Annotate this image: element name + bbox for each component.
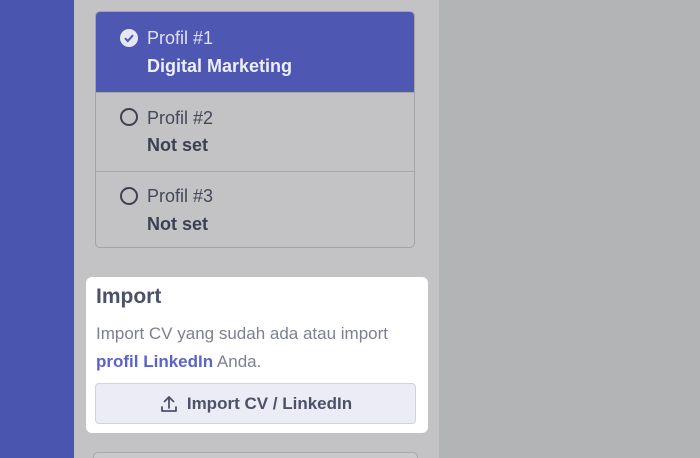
profile-name: Profil #3 [147,186,214,206]
import-desc-suffix: Anda. [216,352,262,371]
radio-unselected-icon [120,187,138,205]
profile-item-3[interactable]: Profil #3 Not set [96,172,414,247]
linkedin-profile-link[interactable]: profil LinkedIn [96,352,213,371]
import-description: Import CV yang sudah ada atau import pro… [96,320,421,376]
import-card: Import Import CV yang sudah ada atau imp… [86,277,428,433]
next-card-edge [93,452,418,458]
check-circle-icon [120,29,138,47]
sidebar-rail [0,0,74,458]
import-desc-text: Import CV yang sudah ada atau import [96,324,388,343]
profile-value: Not set [147,135,209,155]
profile-item-2[interactable]: Profil #2 Not set [96,93,414,171]
upload-icon [159,394,179,414]
profile-item-1[interactable]: Profil #1 Digital Marketing [96,12,414,92]
profile-name: Profil #1 [147,28,214,48]
profile-name: Profil #2 [147,108,214,128]
radio-unselected-icon [120,108,138,126]
profile-value: Digital Marketing [147,56,293,76]
profile-list: Profil #1 Digital Marketing Profil #2 No… [95,11,415,248]
profile-value: Not set [147,214,209,234]
import-title: Import [96,285,162,308]
import-cv-linkedin-button[interactable]: Import CV / LinkedIn [95,383,416,424]
import-button-label: Import CV / LinkedIn [186,393,353,413]
